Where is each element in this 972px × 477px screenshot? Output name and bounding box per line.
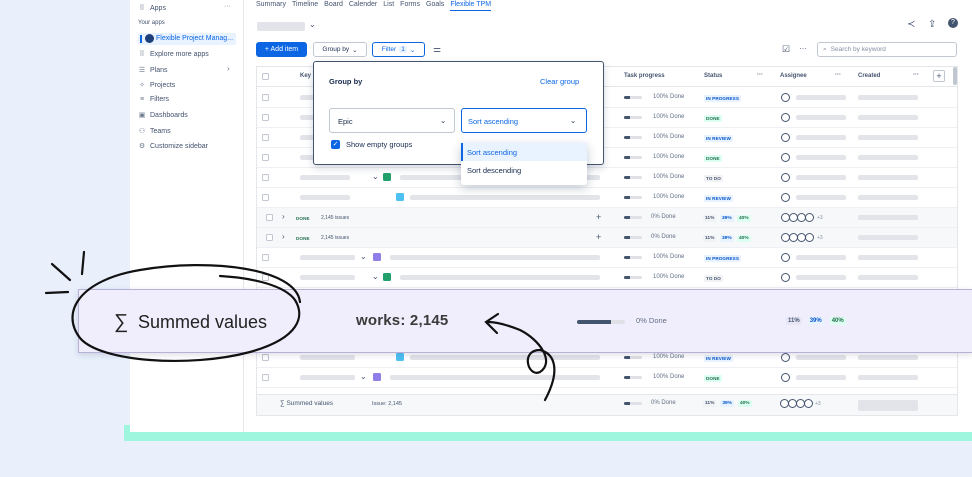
hand-drawn-tick-mark (44, 290, 70, 295)
hand-drawn-annotations (44, 250, 556, 402)
hand-drawn-tick-mark (50, 262, 72, 282)
hand-drawn-arrow (486, 320, 556, 402)
hand-drawn-tick-mark (80, 250, 86, 276)
hand-drawn-circle (71, 264, 302, 363)
